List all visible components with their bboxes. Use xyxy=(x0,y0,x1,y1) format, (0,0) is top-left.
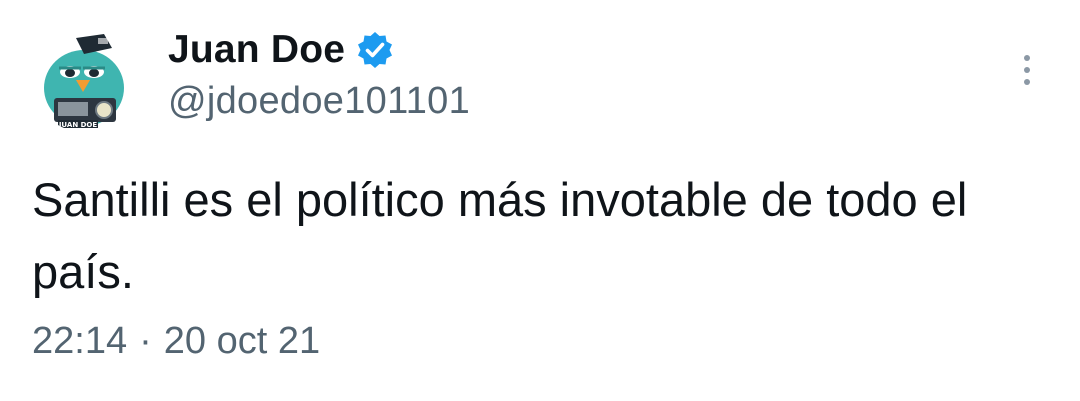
tweet-card: JUAN DOE Juan Doe @jdoedoe101101 Santill… xyxy=(0,0,1080,401)
more-options-icon[interactable] xyxy=(1017,52,1037,92)
avatar[interactable]: JUAN DOE xyxy=(32,28,136,132)
author-name-row: Juan Doe xyxy=(168,26,395,74)
tweet-time: 22:14 xyxy=(32,320,128,362)
author-handle[interactable]: @jdoedoe101101 xyxy=(168,80,470,123)
timestamp-separator: · xyxy=(139,320,152,362)
author-display-name[interactable]: Juan Doe xyxy=(168,28,345,72)
avatar-caption: JUAN DOE xyxy=(58,121,98,129)
tweet-date: 20 oct 21 xyxy=(163,320,321,362)
tweet-text: Santilli es el político más invotable de… xyxy=(32,173,968,298)
tweet-timestamp[interactable]: 22:14 · 20 oct 21 xyxy=(32,320,320,363)
verified-badge-icon[interactable] xyxy=(355,30,395,70)
avatar-image: JUAN DOE xyxy=(32,28,136,132)
